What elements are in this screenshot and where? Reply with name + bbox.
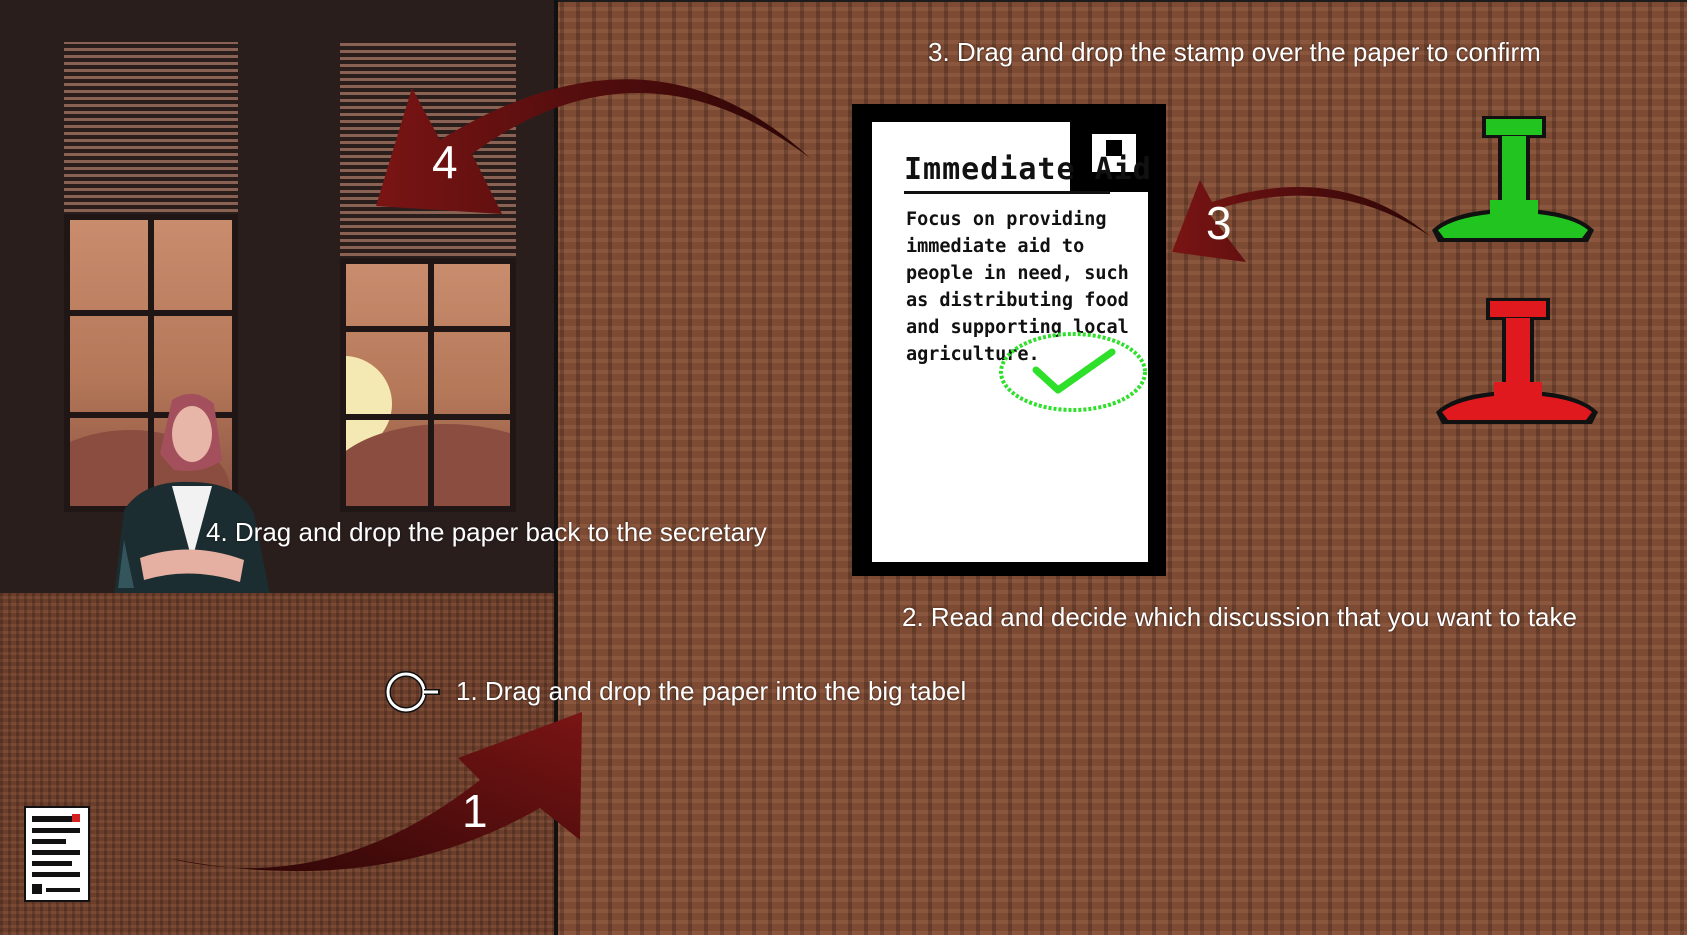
cursor-icon [385,671,440,713]
paper-sheet: Immediate Aid Focus on providing immedia… [872,122,1151,562]
paper-title: Immediate Aid [904,152,1152,187]
game-scene: 4 3 1 Immediate Aid Focus on providing i… [0,0,1687,935]
instruction-step-2: 2. Read and decide which discussion that… [902,602,1577,632]
incoming-paper-icon[interactable] [24,806,90,902]
instruction-step-4: 4. Drag and drop the paper back to the s… [206,517,767,547]
arrow-step-1 [168,712,582,872]
arrow-number-4: 4 [432,136,458,188]
arrow-number-3: 3 [1206,197,1232,249]
paper-title-underline [904,191,1110,194]
approve-stamp[interactable] [1428,114,1598,246]
reject-stamp[interactable] [1432,296,1602,428]
approved-check-icon [999,332,1147,412]
instruction-step-3: 3. Drag and drop the stamp over the pape… [928,37,1541,67]
instruction-step-1: 1. Drag and drop the paper into the big … [456,676,967,706]
arrow-number-1: 1 [462,785,488,837]
policy-paper[interactable]: Immediate Aid Focus on providing immedia… [852,104,1166,576]
